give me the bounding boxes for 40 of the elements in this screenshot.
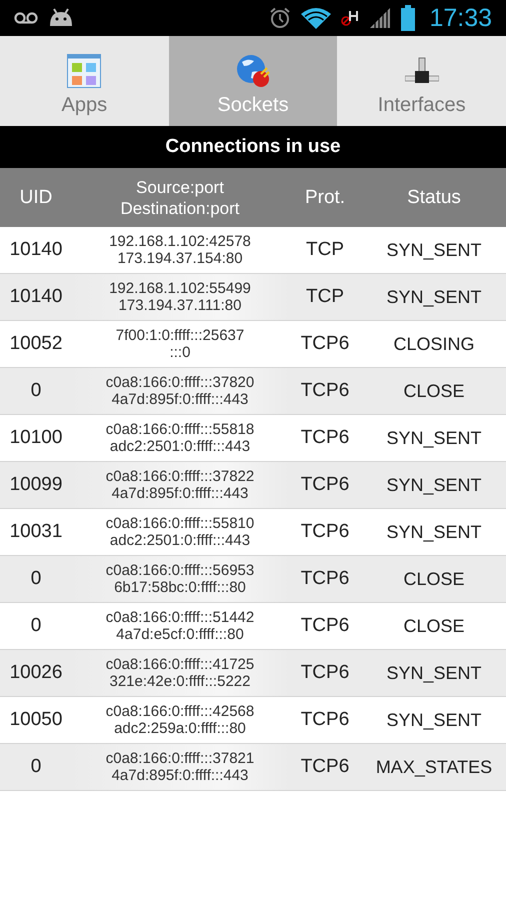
column-header: Prot. [288,168,362,227]
table-cell: 0 [0,744,72,791]
table-cell: SYN_SENT [362,274,506,321]
table-cell: c0a8:166:0:ffff:::56953 6b17:58bc:0:ffff:::80 [72,556,288,603]
mobile-data-icon [341,9,360,27]
battery-icon [401,5,416,31]
table-cell: CLOSE [362,368,506,415]
voicemail-icon [14,12,38,24]
globe-plug-icon [236,54,270,88]
table-cell: 10099 [0,462,72,509]
column-header: UID [0,168,72,227]
table-cell: c0a8:166:0:ffff:::37821 4a7d:895f:0:ffff:::443 [72,744,288,791]
android-icon [48,8,74,28]
table-cell: MAX_STATES [362,744,506,791]
table-cell: c0a8:166:0:ffff:::37822 4a7d:895f:0:ffff:::443 [72,462,288,509]
clock-time: 17:33 [429,4,492,32]
table-cell: SYN_SENT [362,462,506,509]
wifi-icon [301,7,332,29]
table-cell: 192.168.1.102:55499 173.194.37.111:80 [72,274,288,321]
table-cell: TCP6 [288,462,362,509]
alarm-icon [269,7,292,29]
table-cell: TCP6 [288,368,362,415]
table-cell: TCP [288,274,362,321]
table-cell: c0a8:166:0:ffff:::41725 321e:42e:0:ffff:::5222 [72,650,288,697]
table-cell: TCP6 [288,650,362,697]
table-cell: CLOSE [362,556,506,603]
table-cell: 0 [0,368,72,415]
column-header: Source:port Destination:port [72,168,288,227]
tab[interactable]: Sockets [168,36,338,126]
app-grid-icon [67,54,102,88]
column-header: Status [362,168,506,227]
signal-icon [369,7,392,29]
table-cell: 0 [0,556,72,603]
table-cell: TCP6 [288,556,362,603]
table-cell: 10140 [0,274,72,321]
table-cell: c0a8:166:0:ffff:::37820 4a7d:895f:0:ffff:::443 [72,368,288,415]
table-cell: TCP6 [288,744,362,791]
table-cell: 10026 [0,650,72,697]
section-title: Connections in use [0,126,506,168]
table-cell: SYN_SENT [362,650,506,697]
